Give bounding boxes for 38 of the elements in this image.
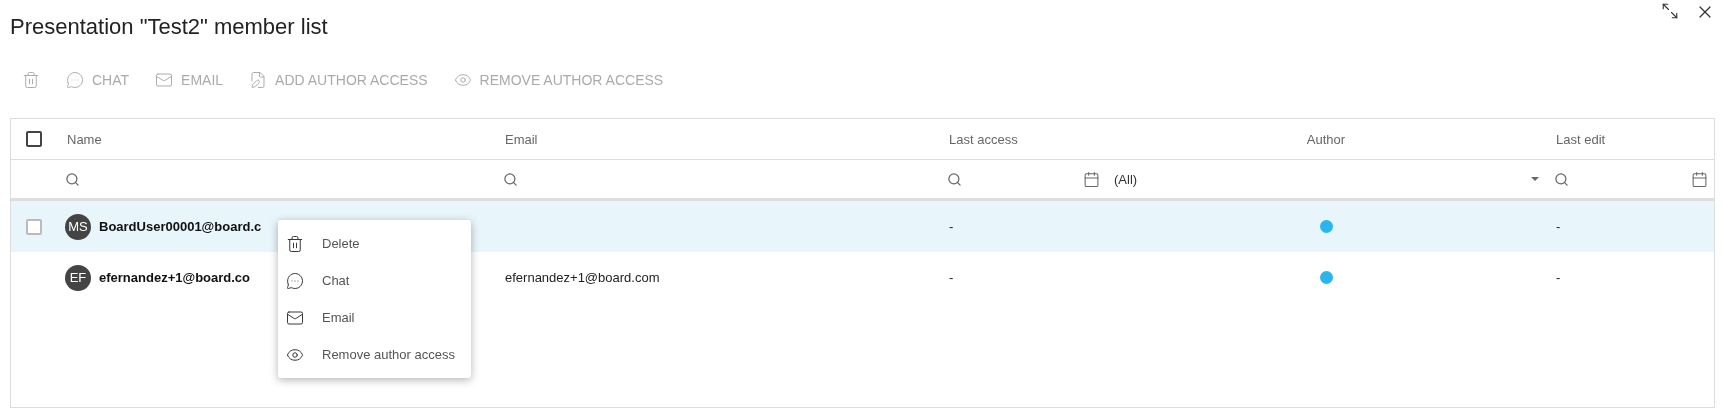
- search-icon: [503, 171, 518, 187]
- author-filter-dropdown[interactable]: (All): [1106, 171, 1546, 187]
- select-all-checkbox[interactable]: [26, 131, 42, 147]
- column-header[interactable]: Last edit: [1546, 131, 1714, 147]
- avatar: MS: [65, 213, 91, 240]
- menu-item[interactable]: Chat: [278, 262, 471, 299]
- column-header[interactable]: Email: [495, 131, 939, 147]
- trash-icon: [22, 71, 40, 89]
- chat-bubble-icon: [66, 71, 84, 89]
- menu-item[interactable]: Remove author access: [278, 336, 471, 373]
- menu-item[interactable]: Delete: [278, 225, 471, 262]
- menu-item[interactable]: Email: [278, 299, 471, 336]
- caret-icon: [1530, 176, 1540, 182]
- last-access-cell-text: -: [948, 219, 955, 234]
- last-edit-cell-text: -: [1555, 219, 1562, 234]
- last-access-cell-text: -: [948, 270, 955, 285]
- email-cell-text: efernandez+1@board.com: [504, 270, 661, 285]
- last-edit-cell-text: -: [1555, 270, 1562, 285]
- column-header[interactable]: Name: [57, 131, 495, 147]
- calendar-icon[interactable]: [1691, 170, 1708, 188]
- chat-bubble-icon: [286, 271, 304, 290]
- envelope-icon: [155, 71, 174, 89]
- row-checkbox[interactable]: [26, 218, 42, 235]
- document-pen-icon: [249, 71, 268, 89]
- window-title: Presentation "Test2" member list: [10, 14, 328, 40]
- avatar: EF: [65, 264, 91, 291]
- member-name: BoardUser00001@board.c: [99, 219, 262, 234]
- trash-icon: [286, 234, 304, 253]
- member-name: efernandez+1@board.co: [99, 270, 251, 285]
- envelope-icon: [286, 308, 304, 327]
- search-icon: [1554, 171, 1569, 187]
- eye-icon: [453, 71, 472, 89]
- search-icon: [947, 171, 962, 187]
- column-header[interactable]: Last access: [939, 131, 1106, 147]
- search-icon: [65, 171, 80, 187]
- calendar-icon[interactable]: [1083, 170, 1100, 188]
- expand-icon[interactable]: [1661, 2, 1679, 20]
- column-header[interactable]: Author: [1306, 131, 1346, 147]
